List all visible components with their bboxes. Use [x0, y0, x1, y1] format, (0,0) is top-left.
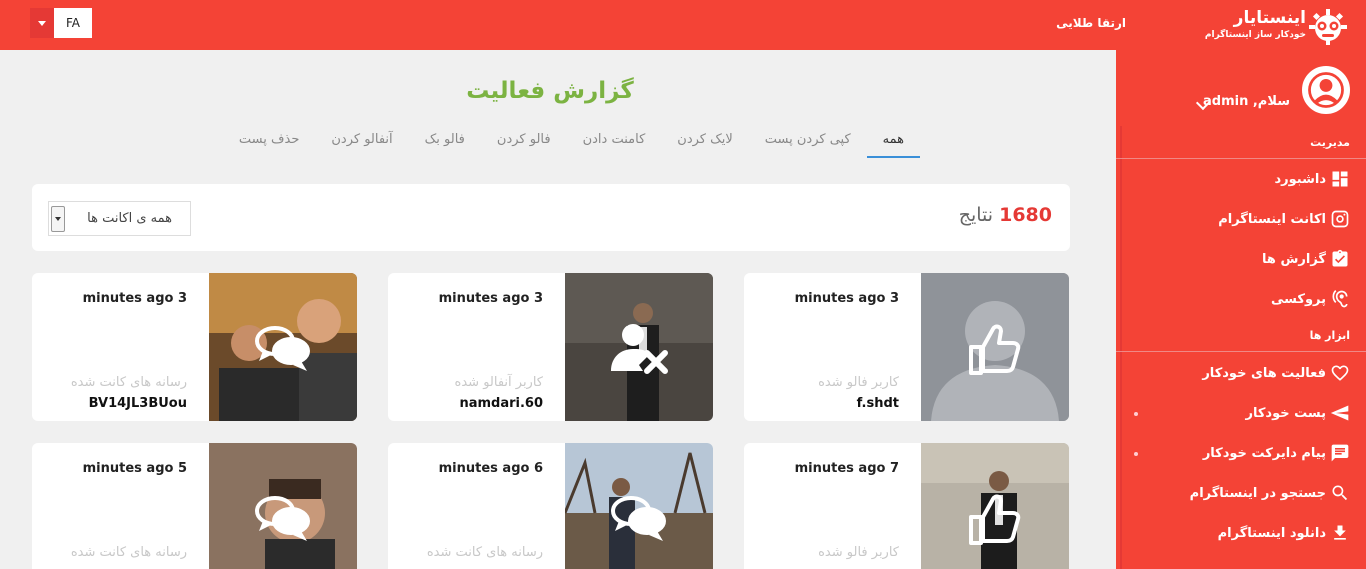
- card-action-type: رسانه های کانت شده: [70, 375, 187, 390]
- proxy-ear-icon: [1332, 290, 1348, 308]
- tab-comment[interactable]: کامنت دادن: [567, 128, 662, 158]
- card-thumbnail[interactable]: [565, 443, 713, 569]
- card-action-type: رسانه های کانت شده: [70, 545, 187, 560]
- thumbs-up-icon: [969, 494, 1021, 545]
- sidebar-item-dashboard[interactable]: داشبورد: [1274, 167, 1350, 191]
- brand-name: اینستایار: [1233, 8, 1306, 28]
- comments-icon: [611, 496, 666, 541]
- card-thumbnail[interactable]: [209, 273, 357, 421]
- divider: [1116, 158, 1366, 159]
- card-time: minutes ago 6: [438, 461, 543, 476]
- instagram-icon: [1331, 210, 1349, 228]
- sidebar-item-label: پروکسی: [1271, 291, 1326, 307]
- sidebar-divider: [1120, 126, 1122, 569]
- card-thumbnail[interactable]: [921, 443, 1069, 569]
- card-thumbnail[interactable]: [921, 273, 1069, 421]
- sidebar: سلام, admin مدیریت داشبورد اکانت اینستاگ…: [1116, 50, 1366, 569]
- upgrade-link[interactable]: ارتقا طلایی: [1050, 16, 1126, 30]
- card-time: minutes ago 3: [438, 291, 543, 306]
- top-bar: FA ارتقا طلایی اینستایار خودکار ساز اینس…: [0, 0, 1366, 50]
- result-count: 1680 نتایج: [959, 204, 1052, 226]
- sidebar-item-label: داشبورد: [1274, 171, 1326, 187]
- robot-logo-icon: [1309, 9, 1347, 45]
- message-icon: [1331, 444, 1349, 462]
- card-thumbnail[interactable]: [209, 443, 357, 569]
- result-count-number: 1680: [999, 204, 1052, 226]
- tab-all[interactable]: همه: [866, 128, 920, 158]
- sidebar-item-label: اکانت اینستاگرام: [1218, 211, 1326, 227]
- comments-icon: [255, 326, 310, 371]
- page-title: گزارش فعالیت: [466, 78, 634, 104]
- card-target[interactable]: namdari.60: [459, 396, 543, 411]
- thumbs-up-icon: [969, 324, 1021, 375]
- section-tools: ابزار ها: [1309, 329, 1350, 342]
- activity-card[interactable]: minutes ago 6 رسانه های کانت شده: [388, 443, 713, 569]
- user-greeting[interactable]: سلام, admin: [1203, 94, 1290, 109]
- chevron-down-icon[interactable]: [51, 206, 65, 232]
- expand-indicator: [1134, 412, 1138, 416]
- tab-follow-back[interactable]: فالو بک: [409, 128, 481, 158]
- expand-indicator: [1134, 452, 1138, 456]
- sidebar-item-label: پیام دایرکت خودکار: [1202, 445, 1326, 461]
- results-bar: 1680 نتایج همه ی اکانت ها: [32, 184, 1070, 251]
- brand-logo-block[interactable]: اینستایار خودکار ساز اینستاگرام: [1168, 6, 1358, 46]
- activity-card[interactable]: minutes ago 3 رسانه های کانت شده BV14JL3…: [32, 273, 357, 421]
- card-action-type: کاربر آنفالو شده: [454, 375, 543, 390]
- sidebar-item-label: پست خودکار: [1245, 405, 1326, 421]
- dashboard-icon: [1332, 171, 1348, 187]
- sidebar-item-proxy[interactable]: پروکسی: [1271, 287, 1350, 311]
- card-time: minutes ago 3: [794, 291, 899, 306]
- user-avatar-icon: [1305, 69, 1347, 111]
- card-time: minutes ago 3: [82, 291, 187, 306]
- divider: [1116, 351, 1366, 352]
- sidebar-item-auto-direct[interactable]: پیام دایرکت خودکار: [1203, 441, 1350, 465]
- account-filter-value[interactable]: همه ی اکانت ها: [87, 211, 172, 226]
- heart-icon: [1331, 365, 1349, 381]
- brand-tagline: خودکار ساز اینستاگرام: [1204, 30, 1306, 40]
- card-action-type: کاربر فالو شده: [818, 545, 899, 560]
- language-value[interactable]: FA: [54, 8, 92, 38]
- report-check-icon: [1332, 249, 1348, 267]
- sidebar-item-label: گزارش ها: [1262, 251, 1326, 267]
- card-action-type: کاربر فالو شده: [818, 375, 899, 390]
- tab-follow[interactable]: فالو کردن: [481, 128, 567, 158]
- sidebar-item-label: جستجو در اینستاگرام: [1189, 485, 1326, 501]
- sidebar-item-instagram-account[interactable]: اکانت اینستاگرام: [1218, 207, 1350, 231]
- activity-tabs: همه کپی کردن پست لایک کردن کامنت دادن فا…: [200, 128, 920, 158]
- search-icon: [1332, 485, 1348, 501]
- activity-card[interactable]: minutes ago 3 کاربر فالو شده f.shdt: [744, 273, 1069, 421]
- card-action-type: رسانه های کانت شده: [426, 545, 543, 560]
- comments-icon: [255, 496, 310, 541]
- card-target[interactable]: f.shdt: [857, 396, 899, 411]
- card-target[interactable]: BV14JL3BUou: [89, 396, 187, 411]
- user-menu[interactable]: سلام, admin: [1120, 66, 1350, 114]
- sidebar-item-reports[interactable]: گزارش ها: [1262, 247, 1350, 271]
- download-icon: [1334, 525, 1346, 540]
- tab-unfollow[interactable]: آنفالو کردن: [315, 128, 408, 158]
- result-count-label: نتایج: [958, 204, 994, 226]
- language-switcher[interactable]: FA: [30, 8, 92, 38]
- activity-card[interactable]: minutes ago 7 کاربر فالو شده: [744, 443, 1069, 569]
- sidebar-item-auto-activity[interactable]: فعالیت های خودکار: [1202, 361, 1350, 385]
- tab-delete-post[interactable]: حذف پست: [223, 128, 315, 158]
- section-management: مدیریت: [1310, 136, 1350, 149]
- avatar[interactable]: [1302, 66, 1350, 114]
- card-time: minutes ago 5: [82, 461, 187, 476]
- sidebar-item-instagram-download[interactable]: دانلود اینستاگرام: [1218, 521, 1350, 545]
- sidebar-item-label: فعالیت های خودکار: [1202, 365, 1326, 381]
- tab-copy-post[interactable]: کپی کردن پست: [749, 128, 867, 158]
- send-icon: [1330, 405, 1349, 421]
- activity-card[interactable]: minutes ago 3 کاربر آنفالو شده namdari.6…: [388, 273, 713, 421]
- sidebar-item-instagram-search[interactable]: جستجو در اینستاگرام: [1190, 481, 1350, 505]
- account-filter-select[interactable]: همه ی اکانت ها: [48, 201, 191, 236]
- activity-card[interactable]: minutes ago 5 رسانه های کانت شده: [32, 443, 357, 569]
- user-remove-icon: [611, 324, 668, 374]
- sidebar-item-auto-post[interactable]: پست خودکار: [1245, 401, 1350, 425]
- card-thumbnail[interactable]: [565, 273, 713, 421]
- card-time: minutes ago 7: [794, 461, 899, 476]
- sidebar-item-label: دانلود اینستاگرام: [1217, 525, 1326, 541]
- tab-like[interactable]: لایک کردن: [661, 128, 749, 158]
- chevron-down-icon[interactable]: [30, 8, 54, 38]
